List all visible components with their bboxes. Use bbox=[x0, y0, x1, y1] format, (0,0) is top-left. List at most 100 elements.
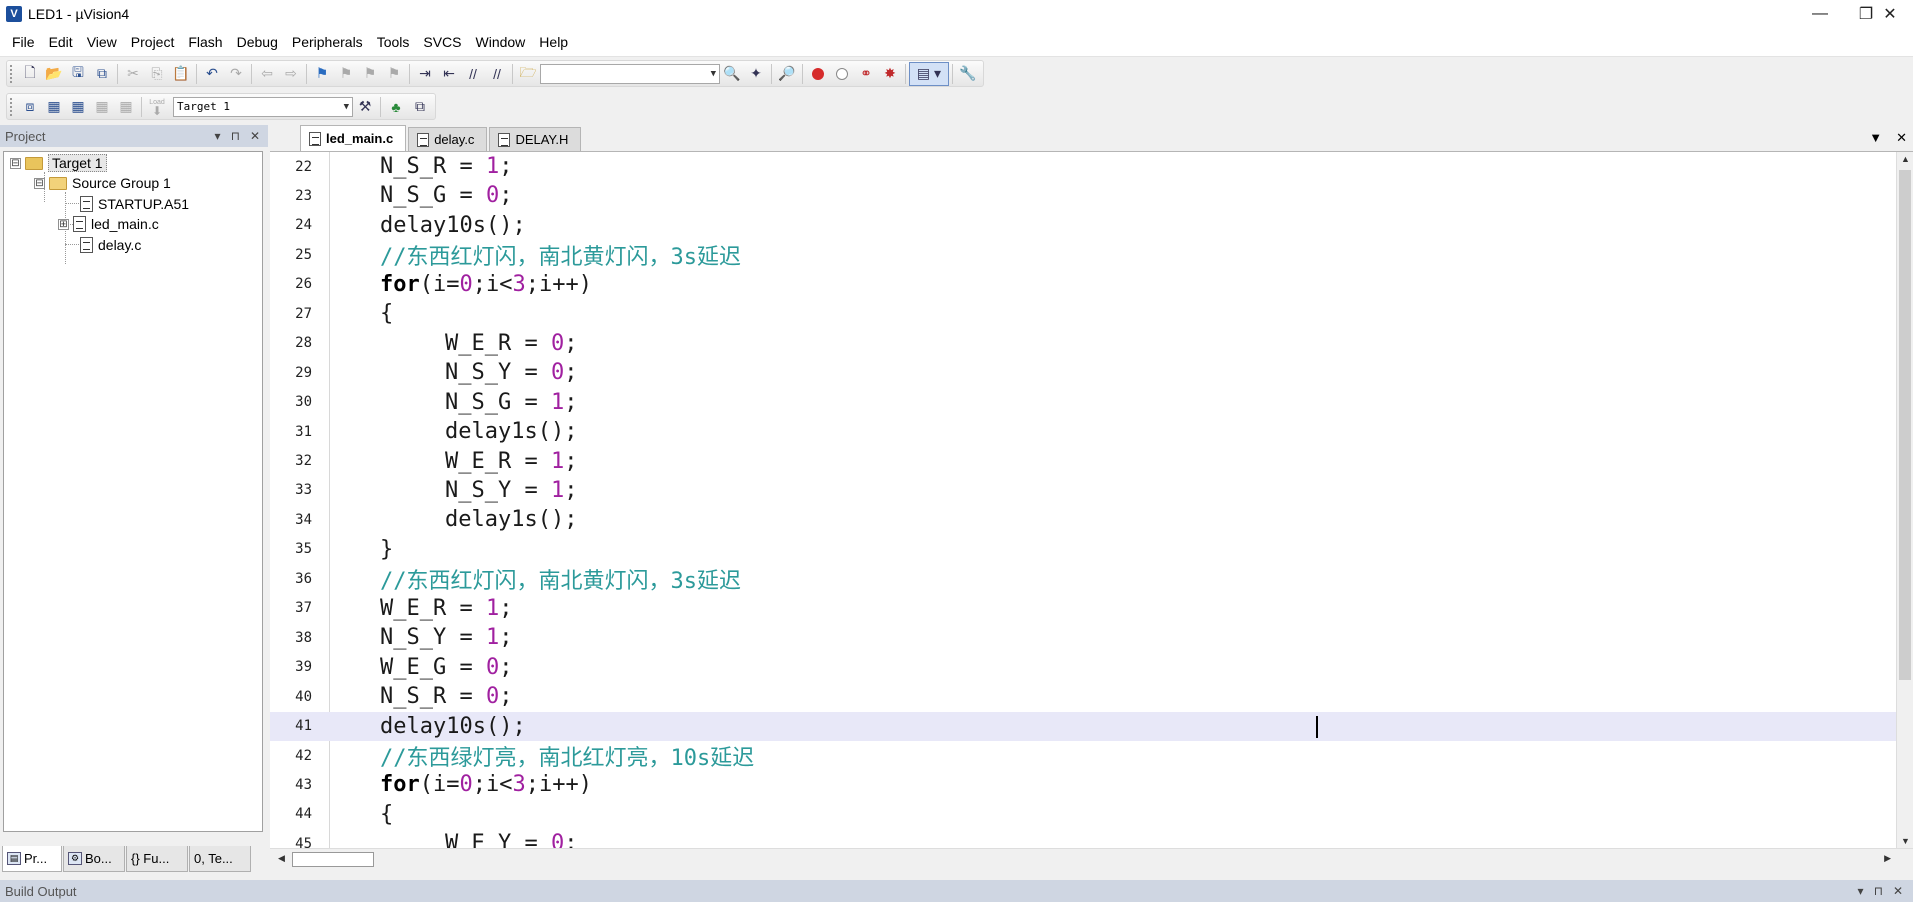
code-line[interactable]: 39 W_E_G = 0; bbox=[270, 653, 1896, 682]
code-line[interactable]: 45 W_E_Y = 0; bbox=[270, 829, 1896, 848]
code-line[interactable]: 34 delay1s(); bbox=[270, 505, 1896, 534]
uncomment-button[interactable]: // bbox=[485, 62, 509, 86]
cut-button[interactable]: ✂ bbox=[121, 62, 145, 86]
save-all-button[interactable]: ⧉ bbox=[90, 62, 114, 86]
menu-peripherals[interactable]: Peripherals bbox=[285, 28, 370, 57]
configure-button[interactable]: 🔧 bbox=[956, 62, 980, 86]
panel-close-button[interactable]: ✕ bbox=[1893, 884, 1903, 898]
prev-bookmark-button[interactable]: ⚑ bbox=[334, 62, 358, 86]
code-line[interactable]: 29 N_S_Y = 0; bbox=[270, 358, 1896, 387]
menu-view[interactable]: View bbox=[80, 28, 124, 57]
tree-item-delay[interactable]: delay.c bbox=[80, 235, 141, 255]
target-select[interactable]: Target 1 ▼ bbox=[173, 96, 353, 117]
insert-breakpoint-button[interactable] bbox=[806, 62, 830, 86]
translate-button[interactable]: ⧈ bbox=[18, 95, 42, 119]
menu-window[interactable]: Window bbox=[469, 28, 533, 57]
code-line[interactable]: 35} bbox=[270, 535, 1896, 564]
code-line[interactable]: 27 { bbox=[270, 299, 1896, 328]
load-button[interactable]: Load ⬇ bbox=[145, 95, 169, 119]
indent-button[interactable]: ⇥ bbox=[413, 62, 437, 86]
scroll-left-icon[interactable]: ◀ bbox=[278, 853, 285, 864]
bookmark-button[interactable]: ⚑ bbox=[310, 62, 334, 86]
collapse-icon[interactable]: ⊟ bbox=[10, 157, 21, 169]
code-line[interactable]: 33 N_S_Y = 1; bbox=[270, 476, 1896, 505]
open-file-button[interactable]: 📂 bbox=[42, 62, 66, 86]
manage-components-button[interactable]: ♣ bbox=[384, 95, 408, 119]
tree-item-led-main[interactable]: ⊞ led_main.c bbox=[58, 214, 159, 234]
tab-project[interactable]: ▤ Pr... bbox=[2, 846, 62, 872]
menu-help[interactable]: Help bbox=[532, 28, 575, 57]
panel-pin-button[interactable]: ⊓ bbox=[231, 129, 240, 143]
tab-list-button[interactable]: ▼ bbox=[1869, 130, 1882, 146]
next-bookmark-button[interactable]: ⚑ bbox=[358, 62, 382, 86]
expand-icon[interactable]: ⊞ bbox=[58, 218, 69, 230]
menu-flash[interactable]: Flash bbox=[181, 28, 229, 57]
horizontal-scrollbar[interactable]: ◀ ▶ bbox=[270, 848, 1913, 869]
close-tab-button[interactable]: ✕ bbox=[1896, 130, 1907, 146]
rebuild-button[interactable]: ▦ bbox=[66, 95, 90, 119]
code-line[interactable]: 26 for(i=0;i<3;i++) bbox=[270, 270, 1896, 299]
tab-delay-c[interactable]: delay.c bbox=[408, 127, 488, 151]
unindent-button[interactable]: ⇤ bbox=[437, 62, 461, 86]
batch-build-button[interactable]: ▦ bbox=[90, 95, 114, 119]
find-button[interactable]: 🔍 bbox=[720, 62, 744, 86]
minimize-button[interactable]: — bbox=[1797, 0, 1843, 28]
code-line[interactable]: 22 N_S_R = 1; bbox=[270, 152, 1896, 181]
tab-templates[interactable]: 0, Te... bbox=[189, 846, 251, 872]
stop-build-button[interactable]: ▦ bbox=[114, 95, 138, 119]
code-line[interactable]: 37 W_E_R = 1; bbox=[270, 594, 1896, 623]
code-line[interactable]: 32 W_E_R = 1; bbox=[270, 447, 1896, 476]
code-line[interactable]: 25 //东西红灯闪，南北黄灯闪，3s延迟 bbox=[270, 240, 1896, 270]
undo-button[interactable]: ↶ bbox=[200, 62, 224, 86]
collapse-icon[interactable]: ⊟ bbox=[34, 177, 45, 189]
tab-functions[interactable]: {} Fu... bbox=[126, 846, 188, 872]
copy-button[interactable]: ⎘ bbox=[145, 62, 169, 86]
code-editor[interactable]: 22 N_S_R = 1; 23 N_S_G = 0; 24 delay10s(); 25 /… bbox=[270, 152, 1896, 848]
vertical-scroll-thumb[interactable] bbox=[1899, 170, 1911, 680]
kill-all-breakpoints-button[interactable]: ✸ bbox=[878, 62, 902, 86]
find-combo[interactable]: ▼ bbox=[540, 63, 720, 84]
code-line[interactable]: 36 //东西红灯闪，南北黄灯闪，3s延迟 bbox=[270, 564, 1896, 594]
code-line[interactable]: 41 delay10s(); bbox=[270, 711, 1896, 741]
save-button[interactable]: 🖫 bbox=[66, 62, 90, 86]
comment-button[interactable]: // bbox=[461, 62, 485, 86]
code-line[interactable]: 40 N_S_R = 0; bbox=[270, 682, 1896, 711]
navigate-back-button[interactable]: ⇦ bbox=[255, 62, 279, 86]
code-line[interactable]: 44 { bbox=[270, 800, 1896, 829]
navigate-forward-button[interactable]: ⇨ bbox=[279, 62, 303, 86]
code-line[interactable]: 28 W_E_R = 0; bbox=[270, 329, 1896, 358]
clear-bookmarks-button[interactable]: ⚑ bbox=[382, 62, 406, 86]
tab-delay-h[interactable]: DELAY.H bbox=[489, 127, 582, 151]
toolbar-grip[interactable] bbox=[10, 64, 14, 83]
scroll-down-icon[interactable]: ▼ bbox=[1901, 836, 1910, 846]
code-line[interactable]: 24 delay10s(); bbox=[270, 211, 1896, 240]
panel-close-button[interactable]: ✕ bbox=[250, 129, 260, 143]
toolbar-grip[interactable] bbox=[10, 97, 14, 116]
code-line[interactable]: 30 N_S_G = 1; bbox=[270, 388, 1896, 417]
paste-button[interactable]: 📋 bbox=[169, 62, 193, 86]
redo-button[interactable]: ↷ bbox=[224, 62, 248, 86]
menu-debug[interactable]: Debug bbox=[230, 28, 285, 57]
scroll-up-icon[interactable]: ▲ bbox=[1901, 154, 1910, 164]
code-line[interactable]: 43 for(i=0;i<3;i++) bbox=[270, 770, 1896, 799]
close-button[interactable]: ✕ bbox=[1867, 0, 1913, 28]
target-options-button[interactable]: ⚒ bbox=[353, 95, 377, 119]
new-file-button[interactable]: 🗋 bbox=[18, 62, 42, 86]
code-line[interactable]: 31 delay1s(); bbox=[270, 417, 1896, 446]
menu-tools[interactable]: Tools bbox=[370, 28, 417, 57]
enable-breakpoint-button[interactable] bbox=[830, 62, 854, 86]
select-packs-button[interactable]: ⧉ bbox=[408, 95, 432, 119]
scroll-right-icon[interactable]: ▶ bbox=[1884, 853, 1891, 864]
panel-menu-button[interactable]: ▾ bbox=[1858, 884, 1864, 898]
window-layout-button[interactable]: ▤ ▾ bbox=[909, 61, 949, 86]
panel-menu-button[interactable]: ▾ bbox=[215, 129, 221, 143]
tab-books[interactable]: ⚙ Bo... bbox=[63, 846, 125, 872]
build-button[interactable]: ▦ bbox=[42, 95, 66, 119]
menu-svcs[interactable]: SVCS bbox=[416, 28, 468, 57]
menu-file[interactable]: File bbox=[5, 28, 42, 57]
disable-all-breakpoints-button[interactable]: ⚭ bbox=[854, 62, 878, 86]
find-in-files-button[interactable]: 🗁 bbox=[516, 62, 540, 86]
code-line[interactable]: 23 N_S_G = 0; bbox=[270, 181, 1896, 210]
horizontal-scroll-thumb[interactable] bbox=[292, 852, 374, 867]
tree-item-target[interactable]: ⊟ Target 1 bbox=[10, 153, 107, 173]
